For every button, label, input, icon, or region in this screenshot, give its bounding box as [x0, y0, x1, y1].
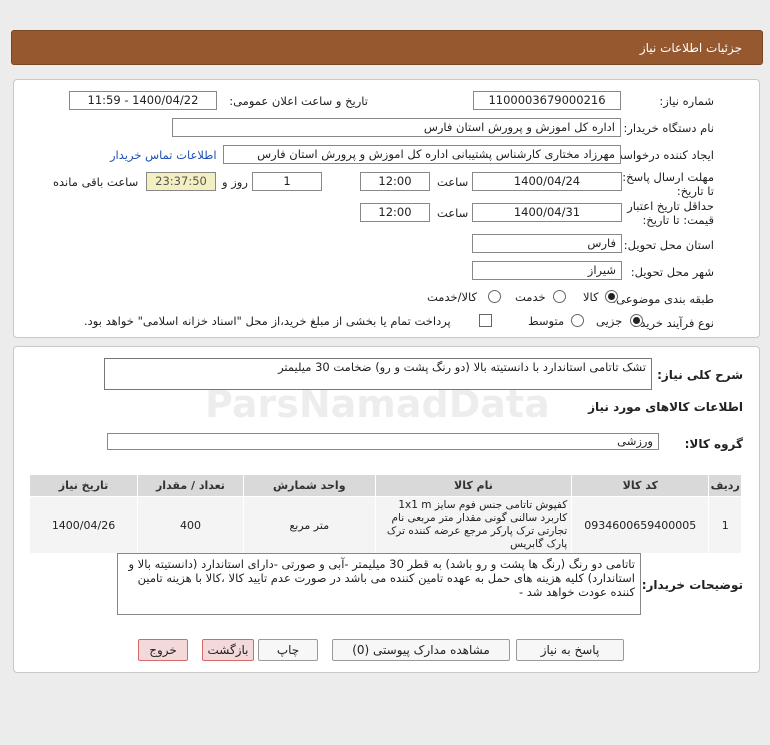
need-number-label: شماره نیاز:: [659, 94, 714, 108]
delivery-city-field: شیراز: [472, 261, 622, 280]
buyer-org-field: اداره کل اموزش و پرورش استان فارس: [172, 118, 621, 137]
back-button[interactable]: بازگشت: [202, 639, 254, 661]
reply-button[interactable]: پاسخ به نیاز: [516, 639, 624, 661]
delivery-province-field: فارس: [472, 234, 622, 253]
category-service-label: خدمت: [515, 290, 546, 304]
treasury-payment-note: پرداخت تمام یا بخشی از مبلغ خرید،از محل …: [84, 314, 451, 328]
cell-row: 1: [708, 496, 742, 554]
validity-date-field: 1400/04/31: [472, 203, 622, 222]
summary-label: شرح کلی نیاز:: [657, 368, 743, 382]
group-field: ورزشی: [107, 433, 659, 450]
deadline-date-field: 1400/04/24: [472, 172, 622, 191]
buyer-desc-field: تاتامی دو رنگ (رنگ ها پشت و رو باشد) به …: [117, 553, 641, 615]
summary-field: تشک تاتامی استاندارد با دانستیته بالا (د…: [104, 358, 652, 390]
announce-field: 1400/04/22 - 11:59: [69, 91, 217, 110]
deadline-time-field: 12:00: [360, 172, 430, 191]
process-medium-label: متوسط: [528, 314, 565, 328]
category-both-label: کالا/خدمت: [427, 290, 478, 304]
days-field: 1: [252, 172, 322, 191]
cell-name: کفپوش تاتامی جنس فوم سایز 1x1 m کاربرد س…: [374, 496, 573, 554]
cell-qty: 400: [137, 496, 244, 554]
process-minor-label: جزیی: [596, 314, 623, 328]
requester-label: ایجاد کننده درخواست:: [608, 148, 714, 162]
deadline-label: مهلت ارسال پاسخ: تا تاریخ:: [622, 170, 714, 198]
attachments-button[interactable]: مشاهده مدارک پیوستی (0): [332, 639, 510, 661]
goods-table-header: ردیف کد کالا نام کالا واحد شمارش تعداد /…: [28, 474, 742, 497]
cell-date: 1400/04/26: [28, 496, 139, 554]
announce-label: تاریخ و ساعت اعلان عمومی:: [229, 94, 368, 108]
category-service-radio[interactable]: [553, 290, 566, 303]
buyer-contact-link[interactable]: اطلاعات تماس خریدار: [110, 148, 217, 162]
category-goods-label: کالا: [583, 290, 599, 304]
category-both-radio[interactable]: [488, 290, 501, 303]
treasury-payment-checkbox[interactable]: [479, 314, 492, 327]
print-button[interactable]: چاپ: [258, 639, 318, 661]
days-label: روز و: [222, 175, 248, 189]
remaining-time-field: 23:37:50: [146, 172, 216, 191]
validity-time-field: 12:00: [360, 203, 430, 222]
need-number-field: 1100003679000216: [473, 91, 621, 110]
page-title: جزئیات اطلاعات نیاز: [639, 41, 742, 55]
process-minor-radio[interactable]: [630, 314, 643, 327]
goods-table: ردیف کد کالا نام کالا واحد شمارش تعداد /…: [28, 474, 742, 554]
table-row: 1 0934600659400005 کفپوش تاتامی جنس فوم …: [28, 496, 742, 554]
validity-time-label: ساعت: [437, 206, 469, 220]
cell-unit: متر مربع: [242, 496, 376, 554]
delivery-province-label: استان محل تحویل:: [623, 238, 714, 252]
remaining-label: ساعت باقی مانده: [53, 175, 139, 189]
col-unit: واحد شمارش: [242, 474, 376, 497]
delivery-city-label: شهر محل تحویل:: [630, 265, 714, 279]
col-code: کد کالا: [571, 474, 710, 497]
col-name: نام کالا: [374, 474, 573, 497]
category-goods-radio[interactable]: [605, 290, 618, 303]
buyer-desc-label: توضیحات خریدار:: [641, 578, 743, 592]
requester-field: مهرزاد مختاری کارشناس پشتیبانی اداره کل …: [223, 145, 621, 164]
page-header: جزئیات اطلاعات نیاز: [11, 30, 763, 65]
buyer-org-label: نام دستگاه خریدار:: [623, 121, 714, 135]
process-label: نوع فرآیند خرید :: [632, 316, 714, 330]
process-medium-radio[interactable]: [571, 314, 584, 327]
category-label: طبقه بندی موضوعی:: [612, 292, 714, 306]
col-qty: تعداد / مقدار: [137, 474, 244, 497]
exit-button[interactable]: خروج: [138, 639, 188, 661]
col-row: ردیف: [708, 474, 742, 497]
cell-code: 0934600659400005: [571, 496, 710, 554]
deadline-time-label: ساعت: [437, 175, 469, 189]
group-label: گروه کالا:: [684, 437, 743, 451]
goods-section-title: اطلاعات کالاهای مورد نیاز: [588, 400, 743, 414]
col-date: تاریخ نیاز: [28, 474, 139, 497]
